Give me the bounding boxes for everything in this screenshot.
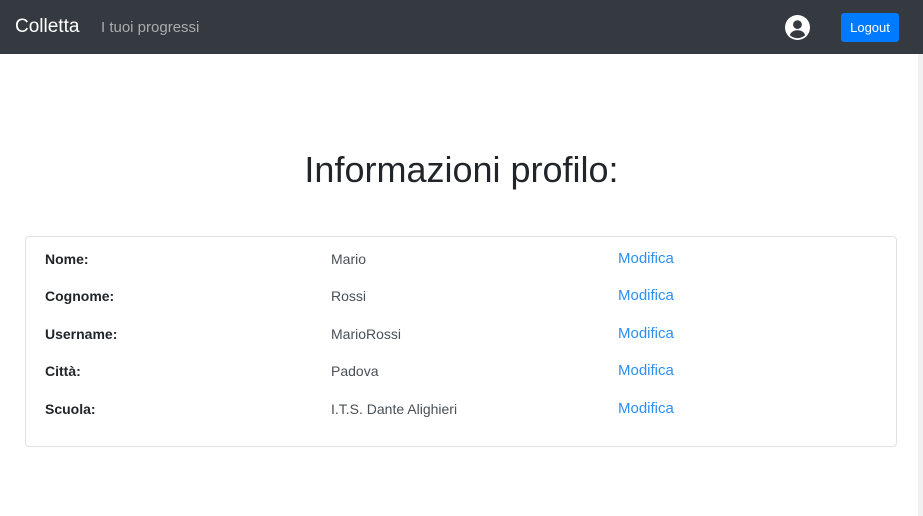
row-value: Rossi [331,288,367,304]
edit-scuola-link[interactable]: Modifica [618,400,674,417]
edit-username-link[interactable]: Modifica [618,325,674,342]
row-value: I.T.S. Dante Alighieri [331,401,458,417]
page-title: Informazioni profilo: [304,149,619,190]
profile-row-username: Username: MarioRossi Modifica [26,324,896,348]
row-value: MarioRossi [331,326,402,342]
row-value: Padova [331,363,379,379]
profile-row-citta: Città: Padova Modifica [26,361,896,385]
row-label: Nome: [45,251,89,267]
edit-nome-link[interactable]: Modifica [618,250,674,267]
logout-button[interactable]: Logout [841,13,899,42]
profile-row-nome: Nome: Mario Modifica [26,249,896,273]
edit-citta-link[interactable]: Modifica [618,362,674,379]
profile-row-scuola: Scuola: I.T.S. Dante Alighieri Modifica [26,399,896,423]
edit-cognome-link[interactable]: Modifica [618,287,674,304]
row-label: Username: [45,326,118,342]
top-navbar: Colletta I tuoi progressi Logout [0,0,923,54]
profile-card: Nome: Mario Modifica Cognome: Rossi Modi… [25,236,897,447]
row-value: Mario [331,251,367,267]
user-circle-icon[interactable] [785,15,810,40]
row-label: Città: [45,363,81,379]
row-label: Scuola: [45,401,96,417]
brand-link[interactable]: Colletta [15,15,79,39]
profile-row-cognome: Cognome: Rossi Modifica [26,286,896,310]
scrollbar[interactable] [918,54,923,516]
row-label: Cognome: [45,288,115,304]
nav-link-progress[interactable]: I tuoi progressi [101,18,199,38]
